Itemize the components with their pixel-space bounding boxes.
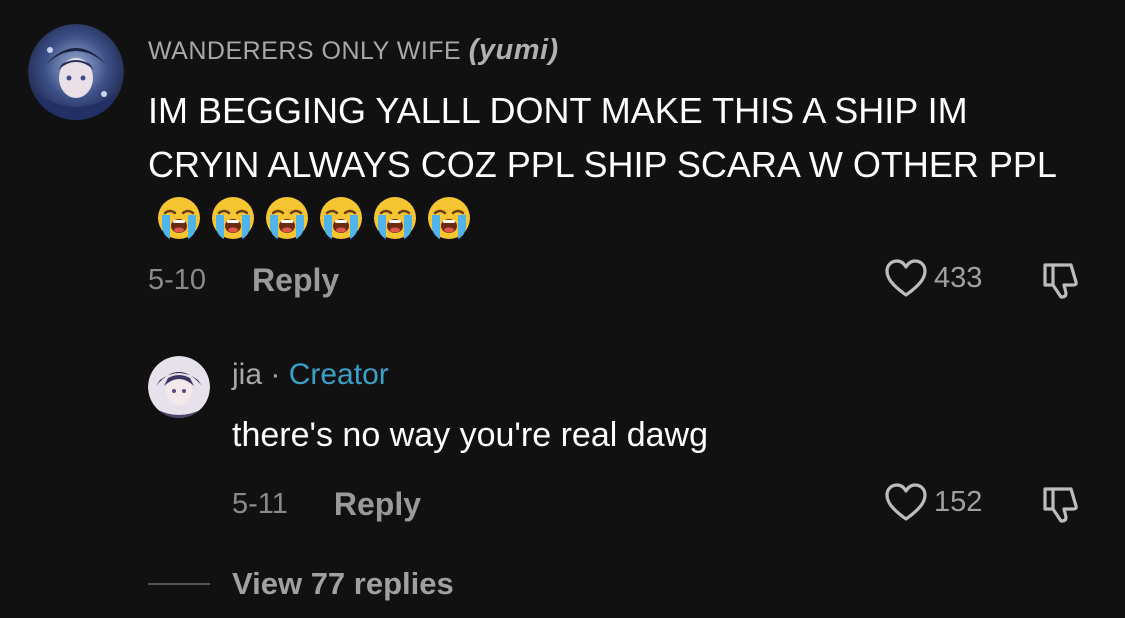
reply-date: 5-11	[232, 487, 288, 520]
comment-username[interactable]: WANDERERS ONLY WIFE (yumi)	[148, 34, 559, 67]
thumbs-down-icon	[1043, 263, 1078, 299]
dislike-button[interactable]	[1040, 484, 1082, 529]
loudly-crying-face-emoji	[374, 197, 416, 239]
heart-outline-icon	[885, 483, 927, 521]
reply-username-row: jia · Creator	[232, 358, 389, 392]
loudly-crying-face-emoji	[428, 197, 470, 239]
creator-badge: Creator	[288, 358, 389, 391]
comment-meta: 5-10 Reply	[148, 258, 339, 302]
view-replies-button[interactable]: View 77 replies	[148, 566, 454, 602]
nickname-text: (yumi)	[468, 34, 559, 66]
like-count: 152	[934, 485, 983, 518]
divider-line	[148, 583, 210, 585]
loudly-crying-face-emoji	[266, 197, 308, 239]
reply-text: there's no way you're real dawg	[232, 416, 709, 454]
comment-text-content: IM BEGGING YALLL DONT MAKE THIS A SHIP I…	[148, 90, 1057, 185]
avatar[interactable]	[28, 24, 124, 120]
comment-text: IM BEGGING YALLL DONT MAKE THIS A SHIP I…	[148, 84, 1078, 246]
loudly-crying-face-emoji	[320, 197, 362, 239]
comment-date: 5-10	[148, 263, 207, 296]
like-button[interactable]: 433	[884, 256, 982, 300]
like-button[interactable]: 152	[884, 480, 982, 524]
dislike-button[interactable]	[1040, 260, 1082, 305]
loudly-crying-face-emoji	[212, 197, 254, 239]
avatar[interactable]	[148, 356, 210, 418]
like-count: 433	[934, 261, 983, 294]
username-text[interactable]: jia	[232, 358, 262, 391]
reply-button[interactable]: Reply	[252, 262, 339, 299]
view-replies-label: View 77 replies	[232, 566, 454, 601]
emoji-row	[148, 197, 472, 239]
reply-button[interactable]: Reply	[334, 486, 421, 523]
reply-meta: 5-11 Reply	[232, 482, 421, 526]
username-text: WANDERERS ONLY WIFE	[148, 37, 462, 65]
heart-outline-icon	[885, 259, 927, 297]
loudly-crying-face-emoji	[158, 197, 200, 239]
separator-dot: ·	[270, 358, 281, 391]
thumbs-down-icon	[1043, 487, 1078, 523]
